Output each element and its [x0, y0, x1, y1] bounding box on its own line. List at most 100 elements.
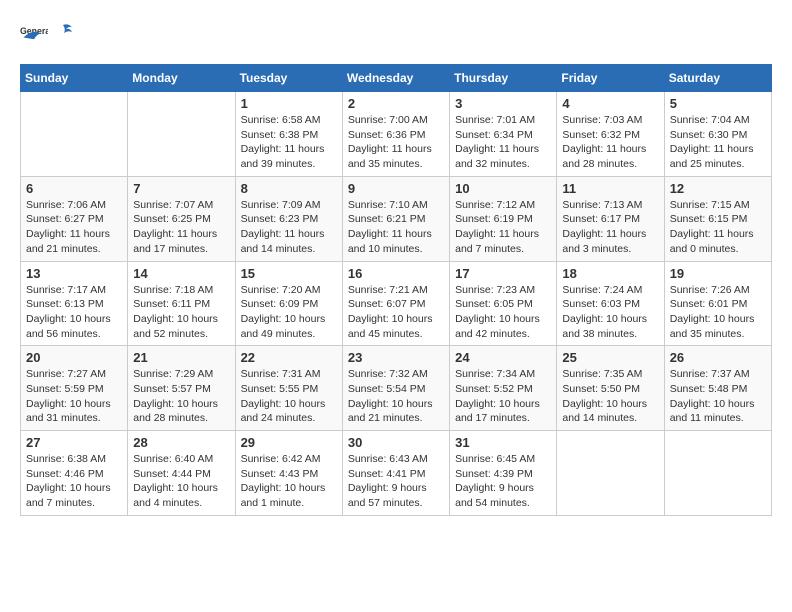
- sunset-text: Sunset: 5:57 PM: [133, 382, 229, 397]
- day-number: 25: [562, 350, 658, 365]
- calendar-cell: 2Sunrise: 7:00 AMSunset: 6:36 PMDaylight…: [342, 92, 449, 177]
- sunrise-text: Sunrise: 6:45 AM: [455, 452, 551, 467]
- calendar-cell: 6 Sunrise: 7:06 AMSunset: 6:27 PMDaylight…: [21, 176, 128, 261]
- sunset-text: Sunset: 5:52 PM: [455, 382, 551, 397]
- calendar-cell: 17 Sunrise: 7:23 AMSunset: 6:05 PMDayligh…: [450, 261, 557, 346]
- calendar-cell: 22Sunrise: 7:31 AMSunset: 5:55 PMDayligh…: [235, 346, 342, 431]
- cell-content: Sunrise: 7:27 AMSunset: 5:59 PMDaylight:…: [26, 367, 122, 426]
- sunrise-text: Sunrise: 7:10 AM: [348, 198, 444, 213]
- cell-content: Sunrise: 7:21 AMSunset: 6:07 PMDaylight:…: [348, 283, 444, 342]
- sunset-text: Sunset: 6:09 PM: [241, 297, 337, 312]
- day-header-friday: Friday: [557, 65, 664, 92]
- calendar-cell: [128, 92, 235, 177]
- cell-content: Sunrise: 7:29 AMSunset: 5:57 PMDaylight:…: [133, 367, 229, 426]
- daylight-text: Daylight: 11 hours and 32 minutes.: [455, 142, 551, 171]
- sunrise-text: Sunrise: 6:43 AM: [348, 452, 444, 467]
- sunset-text: Sunset: 5:50 PM: [562, 382, 658, 397]
- daylight-text: Daylight: 9 hours and 54 minutes.: [455, 481, 551, 510]
- daylight-text: Daylight: 10 hours and 35 minutes.: [670, 312, 766, 341]
- day-number: 28: [133, 435, 229, 450]
- sunrise-text: Sunrise: 7:26 AM: [670, 283, 766, 298]
- sunset-text: Sunset: 6:15 PM: [670, 212, 766, 227]
- day-number: 17: [455, 266, 551, 281]
- sunset-text: Sunset: 6:21 PM: [348, 212, 444, 227]
- daylight-text: Daylight: 10 hours and 52 minutes.: [133, 312, 229, 341]
- sunset-text: Sunset: 6:07 PM: [348, 297, 444, 312]
- cell-content: Sunrise: 6:45 AMSunset: 4:39 PMDaylight:…: [455, 452, 551, 511]
- day-number: 14: [133, 266, 229, 281]
- sunset-text: Sunset: 6:03 PM: [562, 297, 658, 312]
- day-number: 30: [348, 435, 444, 450]
- day-number: 6: [26, 181, 122, 196]
- daylight-text: Daylight: 10 hours and 28 minutes.: [133, 397, 229, 426]
- calendar-cell: 9Sunrise: 7:10 AMSunset: 6:21 PMDaylight…: [342, 176, 449, 261]
- cell-content: Sunrise: 6:40 AMSunset: 4:44 PMDaylight:…: [133, 452, 229, 511]
- sunset-text: Sunset: 6:30 PM: [670, 128, 766, 143]
- sunrise-text: Sunrise: 7:07 AM: [133, 198, 229, 213]
- sunset-text: Sunset: 6:05 PM: [455, 297, 551, 312]
- day-number: 10: [455, 181, 551, 196]
- sunrise-text: Sunrise: 6:42 AM: [241, 452, 337, 467]
- sunrise-text: Sunrise: 7:04 AM: [670, 113, 766, 128]
- cell-content: Sunrise: 7:20 AMSunset: 6:09 PMDaylight:…: [241, 283, 337, 342]
- calendar-cell: 28 Sunrise: 6:40 AMSunset: 4:44 PMDayligh…: [128, 431, 235, 516]
- calendar-week-3: 13Sunrise: 7:17 AMSunset: 6:13 PMDayligh…: [21, 261, 772, 346]
- sunset-text: Sunset: 6:23 PM: [241, 212, 337, 227]
- daylight-text: Daylight: 11 hours and 3 minutes.: [562, 227, 658, 256]
- sunset-text: Sunset: 4:39 PM: [455, 467, 551, 482]
- sunset-text: Sunset: 4:46 PM: [26, 467, 122, 482]
- sunrise-text: Sunrise: 7:06 AM: [26, 198, 122, 213]
- day-number: 12: [670, 181, 766, 196]
- calendar-cell: 19Sunrise: 7:26 AMSunset: 6:01 PMDayligh…: [664, 261, 771, 346]
- day-number: 5: [670, 96, 766, 111]
- day-number: 2: [348, 96, 444, 111]
- sunset-text: Sunset: 6:38 PM: [241, 128, 337, 143]
- day-number: 3: [455, 96, 551, 111]
- cell-content: Sunrise: 7:23 AMSunset: 6:05 PMDaylight:…: [455, 283, 551, 342]
- calendar-week-2: 6Sunrise: 7:06 AMSunset: 6:27 PMDaylight…: [21, 176, 772, 261]
- sunrise-text: Sunrise: 7:15 AM: [670, 198, 766, 213]
- day-number: 31: [455, 435, 551, 450]
- cell-content: Sunrise: 7:34 AMSunset: 5:52 PMDaylight:…: [455, 367, 551, 426]
- cell-content: Sunrise: 7:15 AMSunset: 6:15 PMDaylight:…: [670, 198, 766, 257]
- calendar-cell: [21, 92, 128, 177]
- daylight-text: Daylight: 10 hours and 31 minutes.: [26, 397, 122, 426]
- calendar-cell: 18Sunrise: 7:24 AMSunset: 6:03 PMDayligh…: [557, 261, 664, 346]
- sunset-text: Sunset: 6:27 PM: [26, 212, 122, 227]
- calendar-cell: [557, 431, 664, 516]
- calendar-cell: 3 Sunrise: 7:01 AMSunset: 6:34 PMDaylight…: [450, 92, 557, 177]
- daylight-text: Daylight: 10 hours and 42 minutes.: [455, 312, 551, 341]
- sunset-text: Sunset: 6:34 PM: [455, 128, 551, 143]
- day-number: 23: [348, 350, 444, 365]
- calendar-cell: 26Sunrise: 7:37 AMSunset: 5:48 PMDayligh…: [664, 346, 771, 431]
- sunrise-text: Sunrise: 6:58 AM: [241, 113, 337, 128]
- day-header-monday: Monday: [128, 65, 235, 92]
- sunset-text: Sunset: 6:01 PM: [670, 297, 766, 312]
- sunrise-text: Sunrise: 7:32 AM: [348, 367, 444, 382]
- calendar-cell: 25Sunrise: 7:35 AMSunset: 5:50 PMDayligh…: [557, 346, 664, 431]
- sunrise-text: Sunrise: 7:37 AM: [670, 367, 766, 382]
- cell-content: Sunrise: 6:42 AMSunset: 4:43 PMDaylight:…: [241, 452, 337, 511]
- daylight-text: Daylight: 11 hours and 14 minutes.: [241, 227, 337, 256]
- calendar-cell: 1 Sunrise: 6:58 AMSunset: 6:38 PMDaylight…: [235, 92, 342, 177]
- cell-content: Sunrise: 7:07 AMSunset: 6:25 PMDaylight:…: [133, 198, 229, 257]
- sunrise-text: Sunrise: 7:03 AM: [562, 113, 658, 128]
- day-number: 29: [241, 435, 337, 450]
- cell-content: Sunrise: 7:17 AMSunset: 6:13 PMDaylight:…: [26, 283, 122, 342]
- cell-content: Sunrise: 7:01 AMSunset: 6:34 PMDaylight:…: [455, 113, 551, 172]
- day-number: 4: [562, 96, 658, 111]
- day-header-saturday: Saturday: [664, 65, 771, 92]
- day-header-sunday: Sunday: [21, 65, 128, 92]
- day-number: 1: [241, 96, 337, 111]
- sunset-text: Sunset: 4:44 PM: [133, 467, 229, 482]
- cell-content: Sunrise: 6:58 AMSunset: 6:38 PMDaylight:…: [241, 113, 337, 172]
- day-number: 27: [26, 435, 122, 450]
- cell-content: Sunrise: 7:10 AMSunset: 6:21 PMDaylight:…: [348, 198, 444, 257]
- daylight-text: Daylight: 11 hours and 21 minutes.: [26, 227, 122, 256]
- calendar-cell: 30Sunrise: 6:43 AMSunset: 4:41 PMDayligh…: [342, 431, 449, 516]
- calendar-week-4: 20Sunrise: 7:27 AMSunset: 5:59 PMDayligh…: [21, 346, 772, 431]
- sunset-text: Sunset: 6:17 PM: [562, 212, 658, 227]
- daylight-text: Daylight: 10 hours and 1 minute.: [241, 481, 337, 510]
- day-number: 21: [133, 350, 229, 365]
- logo: General: [20, 20, 74, 48]
